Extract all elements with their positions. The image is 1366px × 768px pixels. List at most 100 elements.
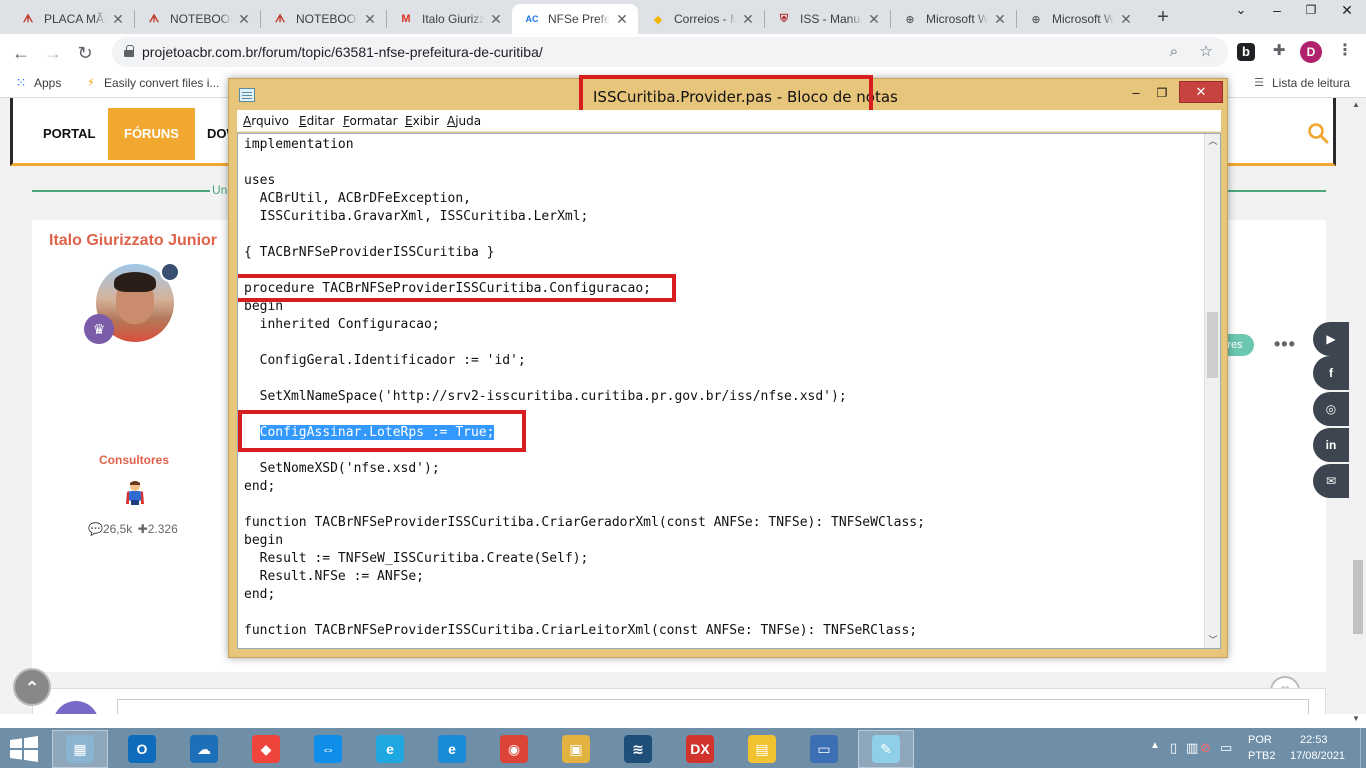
close-tab-icon[interactable]: ✕ bbox=[236, 11, 252, 28]
facebook-icon[interactable]: f bbox=[1313, 356, 1349, 390]
page-scroll-down-icon[interactable]: ▼ bbox=[1352, 714, 1360, 723]
zoom-search-icon[interactable]: ⌕ bbox=[1164, 42, 1184, 62]
notepad-icon[interactable] bbox=[239, 88, 255, 102]
notepad-scroll-up-icon[interactable]: ︿ bbox=[1206, 134, 1220, 147]
keyboard-layout[interactable]: PTB2 bbox=[1248, 750, 1276, 762]
notepad-minimize-button[interactable]: – bbox=[1125, 83, 1147, 103]
tab-title: Microsoft W bbox=[926, 12, 988, 26]
reading-list-icon: ☰ bbox=[1254, 77, 1264, 89]
tab-9[interactable]: ⊕ Microsoft W ✕ bbox=[1016, 4, 1142, 34]
email-icon[interactable]: ✉ bbox=[1313, 464, 1349, 498]
remote-desktop-app[interactable]: ▭ bbox=[796, 730, 852, 768]
linkedin-icon[interactable]: in bbox=[1313, 428, 1349, 462]
notepad-app[interactable]: ✎ bbox=[858, 730, 914, 768]
close-tab-icon[interactable]: ✕ bbox=[866, 11, 882, 28]
address-bar[interactable]: projetoacbr.com.br/forum/topic/63581-nfs… bbox=[112, 37, 1228, 67]
close-tab-icon[interactable]: ✕ bbox=[1118, 11, 1134, 28]
notepad-maximize-button[interactable]: ❐ bbox=[1151, 83, 1173, 103]
edge-app[interactable]: e bbox=[424, 730, 480, 768]
devexpress-app[interactable]: DX bbox=[672, 730, 728, 768]
tab-3[interactable]: ᗑ NOTEBOOK ✕ bbox=[260, 4, 386, 34]
explorer-app[interactable]: ▦ bbox=[52, 730, 108, 768]
close-tab-icon[interactable]: ✕ bbox=[740, 11, 756, 28]
tab-6[interactable]: ◆ Correios - M ✕ bbox=[638, 4, 764, 34]
outlook-app[interactable]: O bbox=[114, 730, 170, 768]
tab-2[interactable]: ᗑ NOTEBOOK ✕ bbox=[134, 4, 260, 34]
nav-forums[interactable]: FÓRUNS bbox=[108, 108, 195, 160]
lock-icon[interactable] bbox=[124, 45, 134, 57]
network-icon[interactable]: ▥ bbox=[1186, 740, 1198, 756]
reply-input[interactable] bbox=[117, 699, 1309, 714]
code-line: procedure TACBrNFSeProviderISSCuritiba.C… bbox=[244, 281, 651, 296]
tray-device-icon[interactable]: ▯ bbox=[1170, 740, 1177, 756]
tab-1[interactable]: ᗑ PLACA MÃE ✕ bbox=[8, 4, 134, 34]
tray-expand-icon[interactable]: ▲ bbox=[1150, 740, 1160, 751]
notepad-scrollbar-thumb[interactable] bbox=[1207, 312, 1218, 378]
bookmark-star-icon[interactable]: ☆ bbox=[1196, 42, 1216, 62]
mysql-app[interactable]: ≋ bbox=[610, 730, 666, 768]
notepad-text-area[interactable]: implementation uses ACBrUtil, ACBrDFeExce… bbox=[237, 133, 1221, 649]
reload-button[interactable]: ↻ bbox=[72, 40, 98, 66]
instagram-icon[interactable]: ◎ bbox=[1313, 392, 1349, 426]
profile-avatar[interactable]: D bbox=[1300, 41, 1322, 63]
anydesk-app[interactable]: ◆ bbox=[238, 730, 294, 768]
page-scrollbar-thumb[interactable] bbox=[1353, 560, 1363, 634]
more-options-icon[interactable]: ••• bbox=[1274, 334, 1296, 355]
input-language[interactable]: POR bbox=[1248, 734, 1272, 746]
tab-title: Microsoft W bbox=[1052, 12, 1114, 26]
extension-b-icon[interactable]: b bbox=[1237, 43, 1255, 61]
youtube-icon[interactable]: ▶ bbox=[1313, 322, 1349, 356]
notepad-scrollbar[interactable] bbox=[1204, 134, 1220, 648]
file-explorer-app[interactable]: ▤ bbox=[734, 730, 790, 768]
menu-arquivo[interactable]: Arquivo bbox=[243, 114, 289, 128]
close-tab-icon[interactable]: ✕ bbox=[488, 11, 504, 28]
nav-portal[interactable]: PORTAL bbox=[27, 108, 111, 160]
clock-time[interactable]: 22:53 bbox=[1300, 734, 1328, 746]
page-scroll-up-icon[interactable]: ▲ bbox=[1352, 100, 1360, 109]
close-tab-icon[interactable]: ✕ bbox=[614, 11, 630, 28]
post-author[interactable]: Italo Giurizzato Junior bbox=[49, 232, 217, 250]
close-tab-icon[interactable]: ✕ bbox=[110, 11, 126, 28]
scroll-to-top-button[interactable]: ⌃ bbox=[13, 668, 51, 706]
tab-search-button[interactable]: ⌄ bbox=[1224, 0, 1258, 22]
cloud-app[interactable]: ☁ bbox=[176, 730, 232, 768]
ie-app[interactable]: e bbox=[362, 730, 418, 768]
tab-4[interactable]: M Italo Giurizzato ✕ bbox=[386, 4, 512, 34]
menu-formatar[interactable]: Formatar bbox=[343, 114, 398, 128]
battery-icon[interactable]: ▭ bbox=[1220, 740, 1232, 756]
browser-close-button[interactable]: ✕ bbox=[1330, 0, 1364, 22]
tab-5[interactable]: AC NFSe Prefeitura ✕ bbox=[512, 4, 638, 34]
close-tab-icon[interactable]: ✕ bbox=[362, 11, 378, 28]
folder-tools-app[interactable]: ▣ bbox=[548, 730, 604, 768]
menu-ajuda[interactable]: Ajuda bbox=[447, 114, 481, 128]
volume-muted-icon[interactable]: ⊘ bbox=[1200, 740, 1211, 756]
teamviewer-app[interactable]: ⇔ bbox=[300, 730, 356, 768]
bookmark-apps[interactable]: ⁙ Apps bbox=[14, 75, 62, 91]
chrome-app[interactable]: ◉ bbox=[486, 730, 542, 768]
windows-start-icon[interactable] bbox=[8, 736, 40, 762]
tab-8[interactable]: ⊕ Microsoft W ✕ bbox=[890, 4, 1016, 34]
url-text[interactable]: projetoacbr.com.br/forum/topic/63581-nfs… bbox=[142, 44, 543, 60]
search-icon[interactable] bbox=[1307, 122, 1329, 144]
browser-minimize-button[interactable]: – bbox=[1260, 0, 1294, 22]
bookmark-convert[interactable]: ⚡ Easily convert files i... bbox=[84, 76, 219, 90]
apps-grid-icon: ⁙ bbox=[15, 75, 27, 90]
close-tab-icon[interactable]: ✕ bbox=[992, 11, 1008, 28]
notepad-close-button[interactable]: ✕ bbox=[1179, 81, 1223, 103]
forward-button[interactable]: → bbox=[40, 40, 66, 66]
extensions-puzzle-icon[interactable]: ✚ bbox=[1268, 40, 1290, 62]
notepad-scroll-down-icon[interactable]: ﹀ bbox=[1206, 633, 1220, 646]
new-tab-button[interactable]: + bbox=[1152, 6, 1174, 28]
menu-editar[interactable]: Editar bbox=[299, 114, 335, 128]
code-text[interactable]: implementation uses ACBrUtil, ACBrDFeExce… bbox=[244, 136, 925, 640]
back-button[interactable]: ← bbox=[8, 40, 34, 66]
browser-menu-icon[interactable]: ⋮ bbox=[1334, 40, 1356, 62]
browser-restore-button[interactable]: ❐ bbox=[1294, 0, 1328, 22]
menu-exibir[interactable]: Exibir bbox=[405, 114, 439, 128]
reading-list[interactable]: ☰ Lista de leitura bbox=[1252, 76, 1350, 90]
show-desktop-button[interactable] bbox=[1360, 728, 1366, 768]
clock-date[interactable]: 17/08/2021 bbox=[1290, 750, 1345, 762]
mysql-icon: ≋ bbox=[624, 735, 652, 763]
tab-7[interactable]: ⛨ ISS - Manual ✕ bbox=[764, 4, 890, 34]
selected-text[interactable]: ConfigAssinar.LoteRps := True; bbox=[259, 425, 495, 440]
